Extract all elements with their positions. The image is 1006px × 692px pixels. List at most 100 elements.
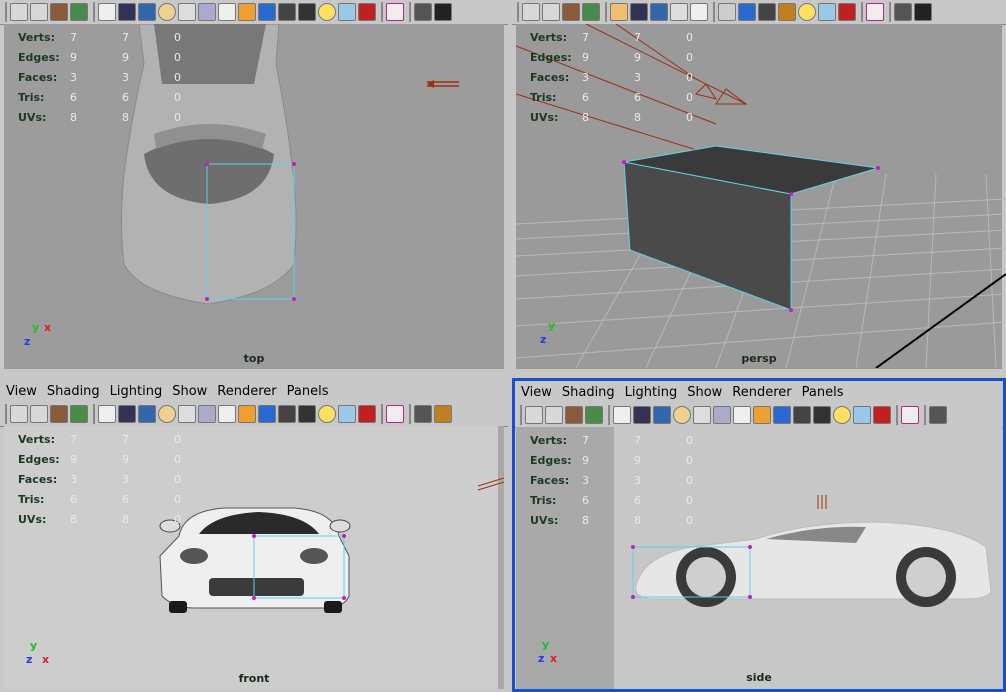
isolate-icon[interactable] [198,3,216,21]
menu-lighting[interactable]: Lighting [625,385,678,400]
camera-attr-icon[interactable] [545,406,563,424]
flat-shade-icon[interactable] [758,3,776,21]
hud-icon[interactable] [434,3,452,21]
safe-action-icon[interactable] [158,405,176,423]
persp-view-panel[interactable]: Verts: 7 7 0 Edges: 9 9 0 Faces: 3 3 0 Tris: 6 6 0 U… [512,0,1006,372]
flat-shade-icon[interactable] [278,3,296,21]
menu-panels[interactable]: Panels [802,385,844,400]
smooth-shade-icon[interactable] [258,3,276,21]
image-plane-icon[interactable] [70,3,88,21]
xray-icon[interactable] [338,3,356,21]
isolate-select-icon[interactable] [414,3,432,21]
xray-icon[interactable] [338,405,356,423]
camera-icon[interactable] [525,406,543,424]
menu-panels[interactable]: Panels [287,384,329,399]
isolate-select-icon[interactable] [929,406,947,424]
bookmark-icon[interactable] [50,3,68,21]
camera-attr-icon[interactable] [542,3,560,21]
menu-show[interactable]: Show [172,384,207,399]
menu-renderer[interactable]: Renderer [732,385,791,400]
wireframe-icon[interactable] [718,3,736,21]
frame-selection-icon[interactable] [901,406,919,424]
resolution-gate-icon[interactable] [138,405,156,423]
smooth-shade-icon[interactable] [258,405,276,423]
side-view-panel[interactable]: View Shading Lighting Show Renderer Pane… [512,378,1006,692]
camera-icon[interactable] [522,3,540,21]
film-gate-icon[interactable] [630,3,648,21]
text-icon[interactable] [690,3,708,21]
wireframe-icon[interactable] [178,3,196,21]
isolate-select-icon[interactable] [414,405,432,423]
wireframe-icon[interactable] [178,405,196,423]
image-plane-icon[interactable] [582,3,600,21]
image-plane-icon[interactable] [585,406,603,424]
xray-icon[interactable] [818,3,836,21]
bookmark-icon[interactable] [50,405,68,423]
resolution-gate-icon[interactable] [650,3,668,21]
front-view-panel[interactable]: View Shading Lighting Show Renderer Pane… [0,380,508,692]
shaded-cube-icon[interactable] [238,3,256,21]
top-viewport[interactable]: Verts: 7 7 0 Edges: 9 9 0 Faces: 3 3 0 Tris: 6 6 0 U… [4,24,504,369]
texture-icon[interactable] [298,3,316,21]
persp-viewport[interactable]: Verts: 7 7 0 Edges: 9 9 0 Faces: 3 3 0 Tris: 6 6 0 U… [516,24,1006,369]
camera-icon[interactable] [10,3,28,21]
frame-selection-icon[interactable] [386,3,404,21]
grid-icon[interactable] [613,406,631,424]
safe-action-icon[interactable] [670,3,688,21]
safe-action-icon[interactable] [158,3,176,21]
backface-icon[interactable] [873,406,891,424]
film-gate-icon[interactable] [633,406,651,424]
bookmark-icon[interactable] [565,406,583,424]
menu-show[interactable]: Show [687,385,722,400]
hud-icon[interactable] [434,405,452,423]
flat-shade-icon[interactable] [793,406,811,424]
shaded-cube-icon[interactable] [753,406,771,424]
smooth-shade-icon[interactable] [738,3,756,21]
top-view-panel[interactable]: Verts: 7 7 0 Edges: 9 9 0 Faces: 3 3 0 Tris: 6 6 0 U… [0,0,508,372]
resolution-gate-icon[interactable] [138,3,156,21]
front-viewport[interactable]: Verts: 7 7 0 Edges: 9 9 0 Faces: 3 3 0 Tris: 6 6 0 U… [4,426,504,689]
menu-shading[interactable]: Shading [47,384,100,399]
backface-icon[interactable] [358,405,376,423]
camera-attr-icon[interactable] [30,3,48,21]
texture-icon[interactable] [298,405,316,423]
side-viewport[interactable]: Verts: 7 7 0 Edges: 9 9 0 Faces: 3 3 0 Tris: 6 6 0 U… [516,427,1002,689]
menu-view[interactable]: View [6,384,37,399]
text-icon[interactable] [218,405,236,423]
light-bulb-icon[interactable] [318,3,336,21]
safe-action-icon[interactable] [673,406,691,424]
film-gate-icon[interactable] [118,3,136,21]
hud-icon[interactable] [914,3,932,21]
light-bulb-icon[interactable] [318,405,336,423]
xray-icon[interactable] [853,406,871,424]
grid-icon[interactable] [98,3,116,21]
camera-attr-icon[interactable] [30,405,48,423]
camera-icon[interactable] [10,405,28,423]
backface-icon[interactable] [358,3,376,21]
bookmark-icon[interactable] [562,3,580,21]
film-gate-icon[interactable] [118,405,136,423]
backface-icon[interactable] [838,3,856,21]
wireframe-icon[interactable] [693,406,711,424]
menu-renderer[interactable]: Renderer [217,384,276,399]
texture-icon[interactable] [778,3,796,21]
frame-selection-icon[interactable] [386,405,404,423]
isolate-select-icon[interactable] [894,3,912,21]
flat-shade-icon[interactable] [278,405,296,423]
isolate-icon[interactable] [713,406,731,424]
image-plane-icon[interactable] [70,405,88,423]
grid-icon[interactable] [610,3,628,21]
text-icon[interactable] [218,3,236,21]
isolate-icon[interactable] [198,405,216,423]
menu-lighting[interactable]: Lighting [110,384,163,399]
light-bulb-icon[interactable] [833,406,851,424]
resolution-gate-icon[interactable] [653,406,671,424]
light-bulb-icon[interactable] [798,3,816,21]
menu-shading[interactable]: Shading [562,385,615,400]
text-icon[interactable] [733,406,751,424]
grid-icon[interactable] [98,405,116,423]
shaded-cube-icon[interactable] [238,405,256,423]
texture-icon[interactable] [813,406,831,424]
frame-selection-icon[interactable] [866,3,884,21]
smooth-shade-icon[interactable] [773,406,791,424]
